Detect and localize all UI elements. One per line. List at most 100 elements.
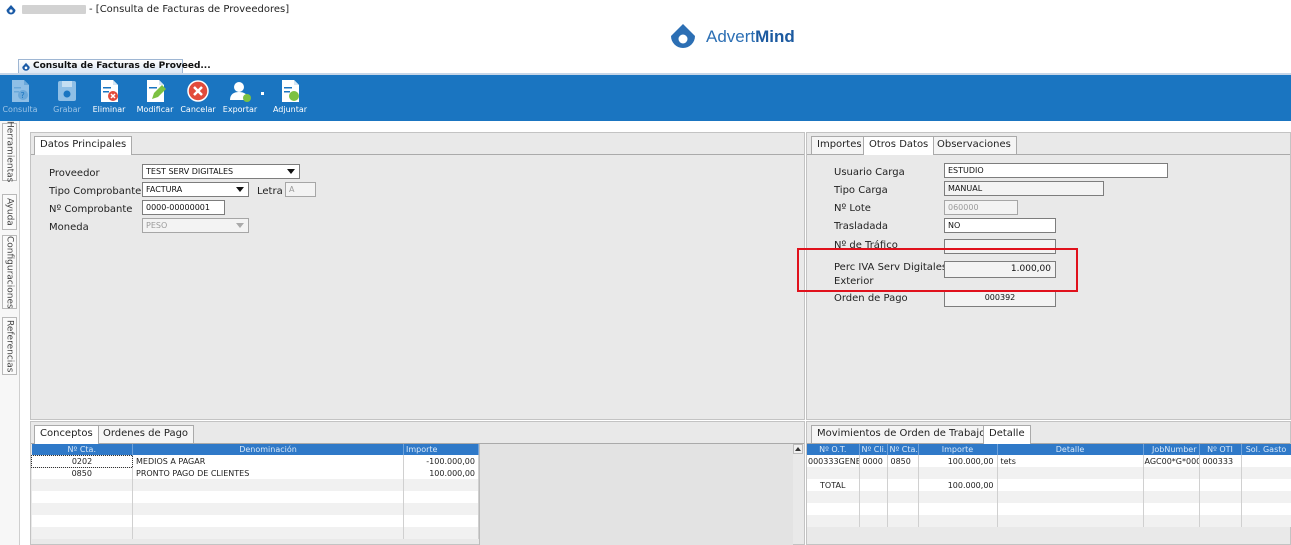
- usuario-carga-label: Usuario Carga: [834, 167, 905, 178]
- cancelar-button[interactable]: Cancelar: [180, 78, 216, 120]
- tipo-comprobante-select[interactable]: FACTURA: [142, 182, 249, 197]
- document-query-icon: ?: [12, 80, 29, 102]
- logo-drop-icon: [671, 24, 695, 48]
- save-disk-icon: [58, 81, 76, 101]
- header-cta[interactable]: Nº Cta.: [31, 444, 133, 455]
- sidebar-tab-herramientas[interactable]: Herramientas: [2, 121, 17, 183]
- chevron-down-icon: [236, 223, 244, 228]
- table-header-row: Nº O.T. Nº Cli. Nº Cta. Importe Detalle …: [807, 444, 1291, 455]
- cell-importe[interactable]: -100.000,00: [403, 455, 479, 467]
- sidebar-tab-configuraciones[interactable]: Configuraciones: [2, 235, 17, 309]
- exportar-button[interactable]: Exportar: [220, 78, 260, 120]
- header-jobnumber[interactable]: JobNumber: [1143, 444, 1200, 455]
- conceptos-table: Nº Cta. Denominación Importe 0202 MEDIOS…: [31, 444, 479, 539]
- header-cli[interactable]: Nº Cli.: [859, 444, 888, 455]
- nro-lote-field[interactable]: 060000: [944, 200, 1018, 215]
- document-attach-icon: [282, 80, 299, 102]
- panel-divider: [31, 154, 804, 155]
- tab-datos-principales[interactable]: Datos Principales: [34, 136, 133, 155]
- cell-cta[interactable]: 0850: [31, 467, 133, 479]
- sidebar-tab-ayuda[interactable]: Ayuda: [2, 194, 17, 230]
- header-importe[interactable]: Importe: [403, 444, 479, 455]
- nro-comprobante-label: Nº Comprobante: [49, 204, 133, 215]
- table-row-total: TOTAL 100.000,00: [807, 479, 1291, 491]
- eliminar-button[interactable]: Eliminar: [92, 78, 126, 120]
- tab-observaciones[interactable]: Observaciones: [931, 136, 1017, 154]
- adjuntar-button[interactable]: Adjuntar: [268, 78, 312, 120]
- table-row-empty: [31, 515, 479, 527]
- letra-field[interactable]: A: [285, 182, 316, 197]
- proveedor-label: Proveedor: [49, 168, 100, 179]
- tipo-carga-field[interactable]: MANUAL: [944, 181, 1104, 196]
- usuario-carga-field[interactable]: ESTUDIO: [944, 163, 1168, 178]
- app-logo-icon: [6, 5, 16, 15]
- tab-importes[interactable]: Importes: [811, 136, 868, 154]
- trasladada-field[interactable]: NO: [944, 218, 1056, 233]
- table-row-empty: [807, 515, 1291, 527]
- table-row-empty: [31, 491, 479, 503]
- svg-text:?: ?: [21, 91, 25, 100]
- table-row[interactable]: 0850 PRONTO PAGO DE CLIENTES 100.000,00: [31, 467, 479, 479]
- cell-importe[interactable]: 100.000,00: [918, 455, 998, 467]
- chevron-down-icon: [236, 187, 244, 192]
- cell-ot[interactable]: 000333GENE: [807, 455, 860, 467]
- cell-sol-gasto[interactable]: [1241, 455, 1291, 467]
- user-export-icon: [230, 82, 251, 102]
- table-row[interactable]: 000333GENE 0000 0850 100.000,00 tets AGC…: [807, 455, 1291, 467]
- datos-principales-panel: Datos Principales Proveedor TEST SERV DI…: [30, 132, 805, 420]
- header-denominacion[interactable]: Denominación: [132, 444, 404, 455]
- document-delete-icon: [101, 80, 118, 102]
- cell-denominacion[interactable]: MEDIOS A PAGAR: [132, 455, 404, 467]
- table-row-empty: [31, 479, 479, 491]
- consulta-button[interactable]: ? Consulta: [2, 78, 38, 120]
- cell-cli[interactable]: 0000: [859, 455, 888, 467]
- modificar-button[interactable]: Modificar: [135, 78, 175, 120]
- cell-cta[interactable]: 0850: [887, 455, 919, 467]
- grabar-button[interactable]: Grabar: [52, 78, 82, 120]
- table-row-empty: [807, 503, 1291, 515]
- proveedor-select[interactable]: TEST SERV DIGITALES: [142, 164, 300, 179]
- highlight-box: [797, 248, 1078, 292]
- table-header-row: Nº Cta. Denominación Importe: [31, 444, 479, 455]
- chevron-down-icon: [287, 169, 295, 174]
- grid-empty-area: [479, 444, 793, 545]
- logo-text: AdvertMind: [706, 27, 795, 46]
- trasladada-label: Trasladada: [834, 221, 888, 232]
- moneda-select[interactable]: PESO: [142, 218, 249, 233]
- header-importe[interactable]: Importe: [918, 444, 998, 455]
- cell-oti[interactable]: 000333: [1199, 455, 1242, 467]
- header-oti[interactable]: Nº OTI: [1199, 444, 1242, 455]
- table-row[interactable]: 0202 MEDIOS A PAGAR -100.000,00: [31, 454, 479, 468]
- cell-cta[interactable]: 0202: [31, 454, 133, 468]
- tab-ordenes-de-pago[interactable]: Ordenes de Pago: [97, 425, 195, 443]
- header-detalle[interactable]: Detalle: [997, 444, 1144, 455]
- advertmind-logo: AdvertMind: [666, 22, 846, 52]
- orden-pago-label: Orden de Pago: [834, 293, 908, 304]
- tab-detalle[interactable]: Detalle: [983, 425, 1031, 444]
- nro-lote-label: Nº Lote: [834, 203, 871, 214]
- nro-comprobante-field[interactable]: 0000-00000001: [142, 200, 225, 215]
- tab-otros-datos[interactable]: Otros Datos: [863, 136, 935, 155]
- app-logo-icon: [22, 62, 30, 71]
- table-row-empty: [31, 527, 479, 539]
- left-sidebar: Herramientas Ayuda Configuraciones Refer…: [0, 121, 20, 545]
- tab-conceptos[interactable]: Conceptos: [34, 425, 99, 444]
- cell-detalle[interactable]: tets: [997, 455, 1144, 467]
- header-cta[interactable]: Nº Cta.: [887, 444, 919, 455]
- tab-movimientos[interactable]: Movimientos de Orden de Trabajo: [811, 425, 992, 443]
- table-row-empty: [31, 503, 479, 515]
- document-tab[interactable]: Consulta de Facturas de Proveed...: [18, 59, 211, 74]
- header-ot[interactable]: Nº O.T.: [807, 444, 860, 455]
- orden-pago-field[interactable]: 000392: [944, 290, 1056, 307]
- letra-label: Letra: [257, 186, 283, 197]
- cell-denominacion[interactable]: PRONTO PAGO DE CLIENTES: [132, 467, 404, 479]
- total-label: TOTAL: [807, 479, 860, 491]
- sidebar-tab-referencias[interactable]: Referencias: [2, 317, 17, 375]
- cell-jobnumber[interactable]: AGC00*G*0001: [1143, 455, 1200, 467]
- scroll-up-arrow-icon[interactable]: [793, 444, 803, 454]
- window-title: - [Consulta de Facturas de Proveedores]: [22, 4, 289, 15]
- toolbar: ? Consulta Grabar Eliminar Modificar Can…: [0, 75, 1291, 121]
- header-sol-gasto[interactable]: Sol. Gasto: [1241, 444, 1291, 455]
- cell-importe[interactable]: 100.000,00: [403, 467, 479, 479]
- moneda-label: Moneda: [49, 222, 89, 233]
